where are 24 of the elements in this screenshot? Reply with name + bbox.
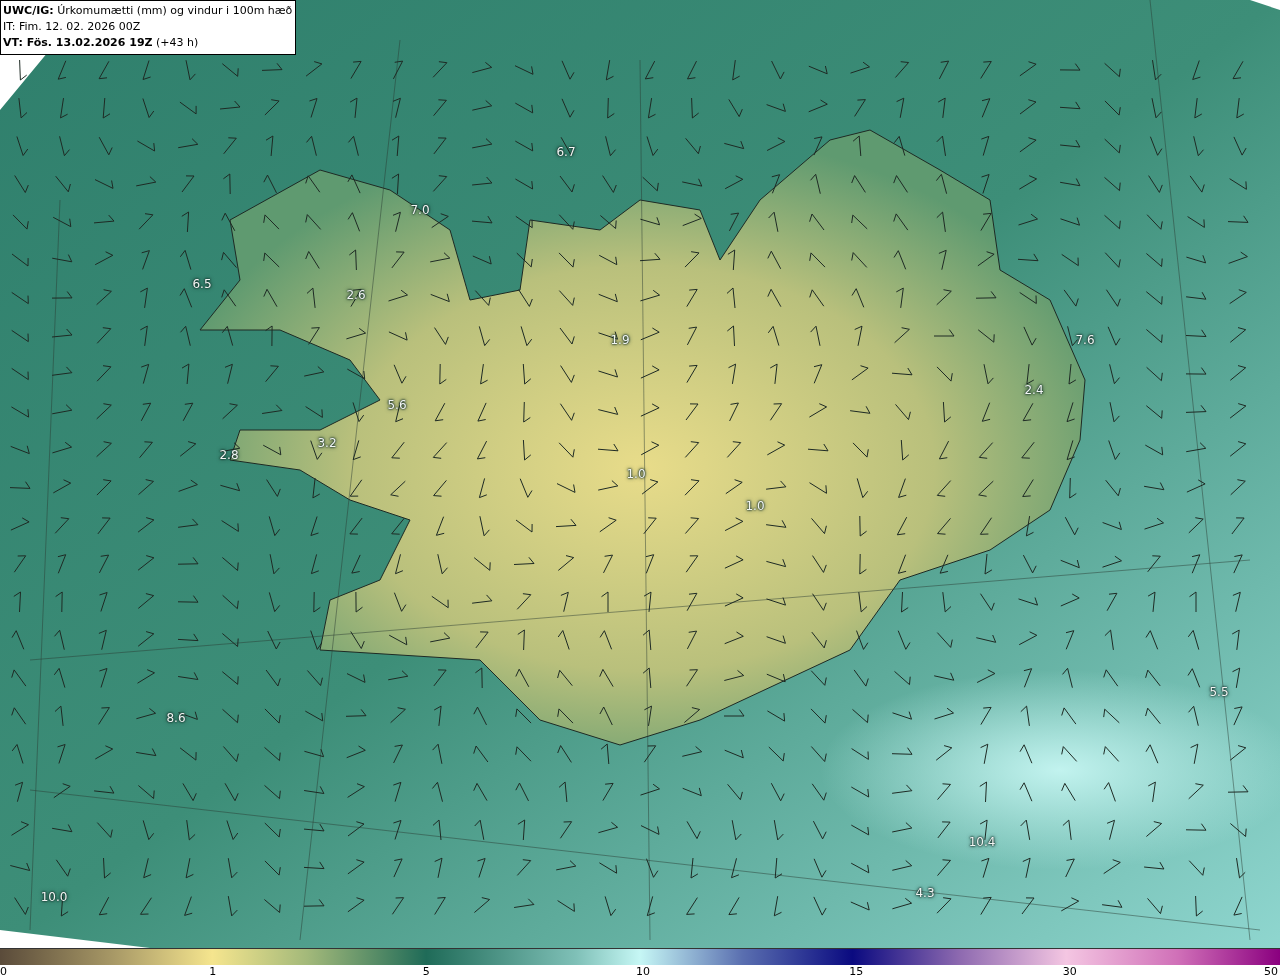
scale-tick-label: 10 — [636, 965, 650, 978]
value-label: 6.5 — [192, 277, 212, 291]
scale-tick-label: 1 — [209, 965, 217, 978]
title-line: VT: Fös. 13.02.2026 19Z (+43 h) — [3, 35, 200, 51]
scale-tick-label: 0 — [0, 965, 7, 978]
value-label: 6.7 — [556, 145, 576, 159]
value-label: 8.6 — [166, 711, 186, 725]
scale-tick-label: 5 — [422, 965, 430, 978]
value-label: 10.0 — [40, 890, 68, 904]
scale-tick-label: 15 — [849, 965, 864, 978]
value-label: 2.8 — [219, 448, 239, 462]
value-label: 10.4 — [968, 835, 996, 849]
value-label: 2.4 — [1024, 383, 1044, 397]
title-line: UWC/IG: Úrkomumætti (mm) og vindur i 100m hæð — [3, 3, 293, 19]
value-label: 1.9 — [610, 333, 630, 347]
scale-tick-label: 30 — [1062, 965, 1077, 978]
value-label: 7.0 — [410, 203, 430, 217]
value-label: 5.5 — [1209, 685, 1229, 699]
value-label: 1.0 — [745, 499, 765, 513]
title-line: IT: Fim. 12. 02. 2026 00Z — [3, 19, 142, 35]
value-label: 7.6 — [1075, 333, 1095, 347]
scale-tick-label: 50 — [1264, 965, 1278, 978]
value-label: 3.2 — [317, 436, 337, 450]
value-label: 4.3 — [915, 886, 935, 900]
